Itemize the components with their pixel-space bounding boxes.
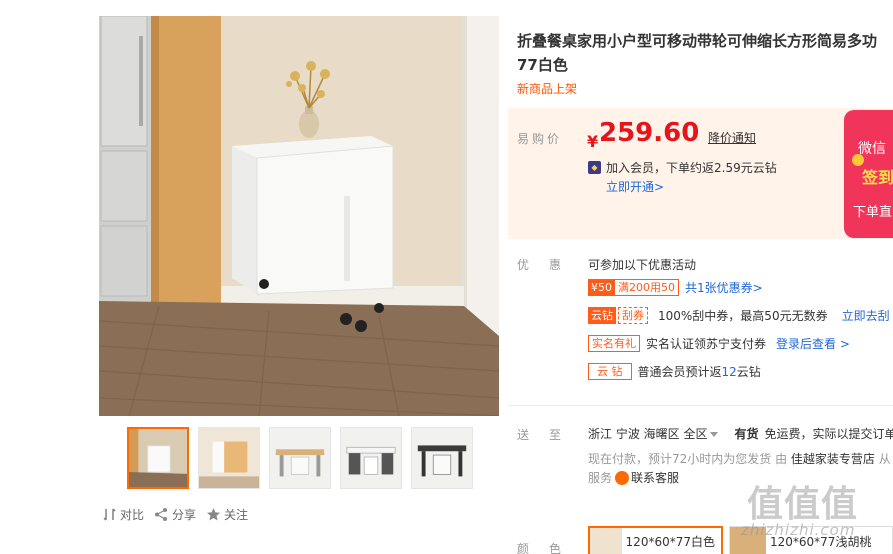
share-icon (154, 507, 169, 522)
store-tail: 从 (878, 452, 891, 466)
stock-status: 有货 (734, 427, 759, 441)
yunzuan-text: 普通会员预计返12云钻 (638, 363, 761, 380)
member-row: ◆ 加入会员，下单约返2.59元云钻 (588, 159, 777, 176)
chevron-down-icon (710, 432, 719, 437)
member-icon: ◆ (588, 161, 601, 174)
follow-button[interactable]: 关注 (206, 506, 248, 523)
divider (508, 405, 893, 406)
guaquan-link[interactable]: 立即去刮 (842, 307, 890, 324)
coupon-condition: 满200用50 (615, 279, 679, 296)
product-subtitle: 新商品上架 (517, 82, 578, 96)
color-swatch-walnut (730, 527, 766, 554)
realname-row: 实名有礼 实名认证领苏宁支付券 登录后查看 > (588, 335, 850, 352)
color-swatch-white (590, 528, 622, 554)
yunzuan-row: 云 钻 普通会员预计返12云钻 (588, 363, 761, 380)
color-option-white[interactable]: 120*60*77白色 (588, 526, 723, 554)
yunzuan-number: 12 (721, 365, 737, 379)
share-button[interactable]: 分享 (154, 506, 196, 523)
delivery-row: 浙江 宁波 海曙区 全区 有货 免运费，实际以提交订单 (588, 425, 893, 442)
yunzuan-text-b: 云钻 (736, 365, 761, 379)
price-panel: 易购价 ¥ 259.60 降价通知 ◆ 加入会员，下单约返2.59元云钻 立即开… (508, 108, 893, 239)
freight-text: 免运费，实际以提交订单 (764, 427, 893, 441)
price-value: 259.60 (599, 118, 700, 148)
member-join-link[interactable]: 立即开通> (606, 178, 664, 195)
yunzuan-tag: 云钻 (588, 307, 616, 324)
thumbnail-2[interactable] (198, 427, 260, 489)
promotions-head: 可参加以下优惠活动 (588, 258, 697, 272)
watermark-glyphs: 值值值 (747, 484, 859, 525)
coupon-tag[interactable]: ¥50 满200用50 (588, 279, 679, 296)
realname-link[interactable]: 登录后查看 > (776, 335, 850, 352)
promo-card-line3: 下单直 (853, 205, 893, 220)
delivery-eta-text: 现在付款，预计72小时内为您发货 由 (588, 452, 788, 466)
color-label: 颜色 (517, 542, 582, 554)
delivery-eta: 现在付款，预计72小时内为您发货 由 佳越家装专营店 从 (588, 450, 891, 467)
coupon-amount: ¥50 (588, 279, 615, 296)
thumbnail-5[interactable] (411, 427, 473, 489)
delivery-area-select[interactable]: 浙江 宁波 海曙区 全区 (588, 425, 719, 442)
price-currency: ¥ (587, 132, 599, 151)
thumbnail-strip (127, 427, 473, 489)
coupon-row: ¥50 满200用50 共1张优惠券> (588, 279, 763, 296)
guaquan-tags: 云钻 刮券 (588, 307, 648, 324)
guaquan-text: 100%刮中券，最高50元无数券 (658, 309, 828, 323)
color-option-label: 120*60*77浅胡桃 (770, 534, 872, 549)
realname-text: 实名认证领苏宁支付券 (646, 337, 767, 351)
coupon-link[interactable]: 共1张优惠券> (685, 279, 763, 296)
guaquan-row: 云钻 刮券 100%刮中券，最高50元无数券 立即去刮 (588, 307, 890, 324)
product-title-line2: 77白色 (517, 56, 568, 74)
product-title-line1: 折叠餐桌家用小户型可移动带轮可伸缩长方形简易多功 (517, 32, 878, 50)
share-label: 分享 (172, 508, 197, 522)
compare-button[interactable]: 对比 (102, 506, 144, 523)
color-option-label: 120*60*77白色 (625, 534, 715, 549)
thumbnail-3[interactable] (269, 427, 331, 489)
yunzuan-text-a: 普通会员预计返 (637, 365, 722, 379)
follow-label: 关注 (224, 508, 249, 522)
product-title: 折叠餐桌家用小户型可移动带轮可伸缩长方形简易多功 77白色 (517, 29, 893, 77)
delivery-area-text: 浙江 宁波 海曙区 全区 (588, 427, 708, 441)
guaquan-tag: 刮券 (618, 307, 648, 324)
main-product-image (99, 16, 499, 416)
delivery-label: 送至 (517, 428, 582, 442)
price-drop-notice-link[interactable]: 降价通知 (708, 129, 756, 146)
customer-service-icon (615, 470, 630, 485)
compare-label: 对比 (120, 508, 145, 522)
promo-card-line2: 签到 (862, 168, 893, 187)
color-option-walnut[interactable]: 120*60*77浅胡桃 (729, 526, 893, 554)
member-text: 加入会员，下单约返2.59元云钻 (606, 161, 777, 175)
star-icon (206, 507, 221, 522)
thumbnail-4[interactable] (340, 427, 402, 489)
store-name[interactable]: 佳越家装专营店 (791, 452, 875, 466)
compare-icon (102, 507, 117, 522)
thumbnail-1[interactable] (127, 427, 189, 489)
contact-service-label: 联系客服 (631, 471, 680, 485)
product-actions: 对比 分享 关注 (102, 506, 248, 523)
realname-tag: 实名有礼 (588, 335, 640, 352)
wechat-signin-banner[interactable]: 微信 签到 下单直 (844, 110, 893, 238)
contact-service-link[interactable]: 联系客服 (615, 469, 679, 486)
price-label: 易购价 (517, 132, 563, 146)
promotions-label: 优惠 (517, 258, 582, 272)
service-label: 服务 (588, 471, 613, 485)
service-row: 服务 联系客服 (588, 469, 679, 486)
yunzuan-tag-2: 云 钻 (588, 363, 632, 380)
